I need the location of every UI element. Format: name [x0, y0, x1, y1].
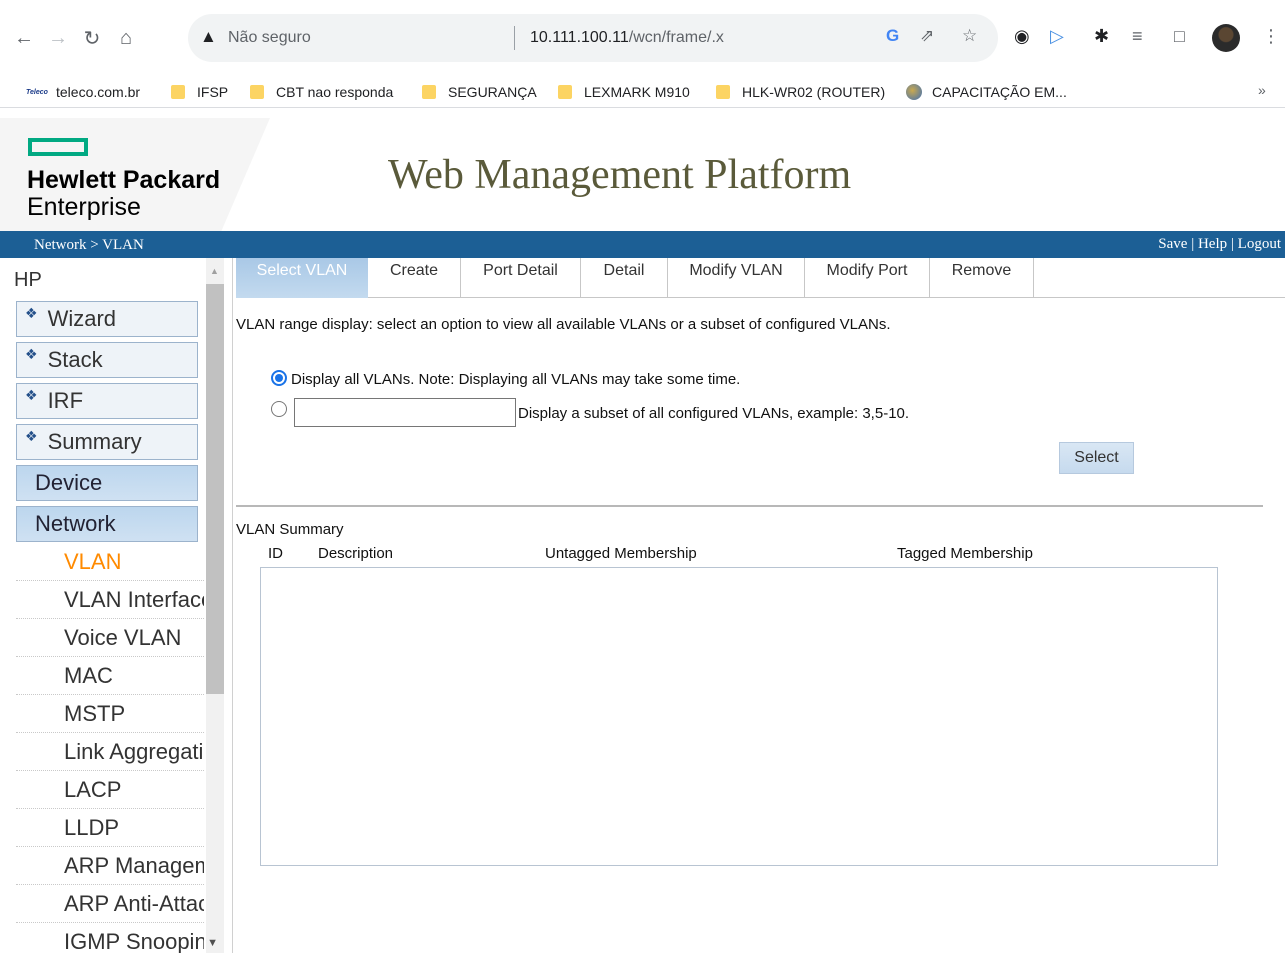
tab-remove[interactable]: Remove	[930, 258, 1034, 298]
google-lens-icon[interactable]: G	[886, 26, 899, 46]
help-link[interactable]: Help	[1198, 236, 1227, 252]
sidebar-item-irf[interactable]: ❖ IRF	[16, 383, 198, 419]
select-button[interactable]: Select	[1059, 442, 1134, 474]
sidebar-item-lldp[interactable]: LLDP	[16, 809, 204, 847]
sidebar-section-device[interactable]: Device	[16, 465, 198, 501]
sidebar-section-network[interactable]: Network	[16, 506, 198, 542]
share-icon[interactable]: ⇗	[920, 26, 934, 46]
sidebar-item-lacp[interactable]: LACP	[16, 771, 204, 809]
breadcrumb: Network > VLAN	[34, 237, 144, 253]
display-subset-radio[interactable]	[271, 401, 287, 417]
tab-modify-vlan[interactable]: Modify VLAN	[668, 258, 805, 298]
folder-icon	[171, 85, 185, 99]
tab-port-detail[interactable]: Port Detail	[461, 258, 581, 298]
diamond-bullet-icon: ❖	[25, 427, 38, 444]
hpe-logo-icon	[28, 138, 88, 156]
bookmark-lexmark[interactable]: LEXMARK M910	[558, 82, 690, 102]
brand-name-line2: Enterprise	[27, 193, 141, 221]
vlan-summary-list[interactable]	[260, 567, 1218, 866]
display-all-radio[interactable]	[271, 370, 287, 386]
reading-list-icon[interactable]: ≡	[1132, 26, 1143, 47]
display-all-label: Display all VLANs. Note: Displaying all …	[291, 371, 741, 388]
sidebar-item-wizard[interactable]: ❖ Wizard	[16, 301, 198, 337]
display-subset-label: Display a subset of all configured VLANs…	[518, 405, 910, 422]
tab-bar: Select VLAN Create Port Detail Detail Mo…	[236, 258, 1285, 298]
sidebar-root[interactable]: HP	[10, 258, 206, 300]
diamond-bullet-icon: ❖	[25, 304, 38, 321]
sidebar-item-arp-management[interactable]: ARP Manageme	[16, 847, 204, 885]
range-description: VLAN range display: select an option to …	[236, 316, 891, 333]
sidebar-divider	[232, 258, 233, 953]
forward-arrow-icon[interactable]: →	[46, 26, 70, 50]
column-header-description: Description	[318, 545, 394, 562]
breadcrumb-bar: Network > VLAN Save | Help | Logout	[0, 231, 1285, 258]
bookmark-seguranca[interactable]: SEGURANÇA	[422, 82, 537, 102]
url-text: 10.111.100.11/wcn/frame/.x	[530, 29, 724, 46]
sidebar: HP ❖ Wizard ❖ Stack ❖ IRF ❖ Summary Devi…	[10, 258, 224, 953]
tab-detail[interactable]: Detail	[581, 258, 668, 298]
tab-modify-port[interactable]: Modify Port	[805, 258, 930, 298]
extensions-puzzle-icon[interactable]: ✱	[1094, 26, 1109, 47]
bookmarks-more-icon[interactable]: »	[1258, 82, 1266, 98]
brand-name-line1: Hewlett Packard	[27, 166, 221, 194]
browser-menu-icon[interactable]: ⋮	[1262, 26, 1280, 47]
sidebar-item-igmp-snooping[interactable]: IGMP Snooping	[16, 923, 204, 953]
diamond-bullet-icon: ❖	[25, 386, 38, 403]
address-separator	[514, 26, 515, 50]
save-link[interactable]: Save	[1158, 236, 1187, 252]
back-arrow-icon[interactable]: ←	[12, 26, 36, 50]
column-header-id: ID	[268, 545, 283, 562]
column-header-untagged: Untagged Membership	[545, 545, 697, 562]
tab-create[interactable]: Create	[368, 258, 461, 298]
globe-icon	[906, 84, 922, 100]
column-header-tagged: Tagged Membership	[897, 545, 1033, 562]
address-bar[interactable]: ▲ Não seguro 10.111.100.11/wcn/frame/.x	[188, 14, 998, 62]
page-title: Web Management Platform	[388, 152, 852, 198]
sidebar-item-summary[interactable]: ❖ Summary	[16, 424, 198, 460]
sidebar-item-link-aggregation[interactable]: Link Aggregatio	[16, 733, 204, 771]
top-links: Save | Help | Logout	[1158, 236, 1281, 252]
folder-icon	[422, 85, 436, 99]
reload-icon[interactable]: ↻	[80, 26, 104, 50]
sidebar-item-vlan[interactable]: VLAN	[16, 543, 204, 581]
scroll-up-arrow-icon[interactable]: ▲	[210, 266, 219, 276]
browser-toolbar: ← → ↻ ⌂ ▲ Não seguro 10.111.100.11/wcn/f…	[0, 0, 1285, 74]
bookmark-hlk[interactable]: HLK-WR02 (ROUTER)	[716, 82, 885, 102]
home-icon[interactable]: ⌂	[114, 26, 138, 50]
bookmark-capacitacao[interactable]: CAPACITAÇÃO EM...	[906, 82, 1067, 102]
logout-link[interactable]: Logout	[1238, 236, 1281, 252]
sidebar-item-arp-anti-attack[interactable]: ARP Anti-Attack	[16, 885, 204, 923]
bookmark-star-icon[interactable]: ☆	[962, 26, 977, 46]
scroll-down-arrow-icon[interactable]: ▼	[207, 937, 218, 949]
scrollbar-thumb[interactable]	[206, 284, 224, 694]
vlan-subset-input[interactable]	[294, 398, 516, 427]
sidebar-scrollbar[interactable]: ▲	[206, 258, 224, 953]
bookmark-ifsp[interactable]: IFSP	[171, 82, 228, 102]
tab-select-vlan[interactable]: Select VLAN	[236, 258, 368, 298]
extension-icon[interactable]: ◉	[1014, 26, 1030, 47]
side-panel-icon[interactable]: □	[1174, 26, 1185, 47]
sidebar-item-mac[interactable]: MAC	[16, 657, 204, 695]
teleco-icon: Teleco	[26, 88, 48, 96]
bookmark-teleco[interactable]: Teleco teleco.com.br	[26, 82, 140, 102]
warning-triangle-icon: ▲	[200, 27, 217, 46]
section-divider	[236, 505, 1263, 507]
diamond-bullet-icon: ❖	[25, 345, 38, 362]
sidebar-item-mstp[interactable]: MSTP	[16, 695, 204, 733]
vlan-summary-title: VLAN Summary	[236, 521, 344, 538]
folder-icon	[250, 85, 264, 99]
folder-icon	[716, 85, 730, 99]
profile-avatar[interactable]	[1212, 24, 1240, 52]
sidebar-item-voice-vlan[interactable]: Voice VLAN	[16, 619, 204, 657]
sidebar-item-stack[interactable]: ❖ Stack	[16, 342, 198, 378]
folder-icon	[558, 85, 572, 99]
extension-document-icon[interactable]: ▷	[1050, 26, 1064, 47]
security-label: Não seguro	[228, 29, 311, 46]
bookmark-cbt[interactable]: CBT nao responda	[250, 82, 393, 102]
sidebar-item-vlan-interface[interactable]: VLAN Interface	[16, 581, 204, 619]
app-header: Hewlett Packard Enterprise Web Managemen…	[0, 118, 1285, 231]
bookmarks-bar: Teleco teleco.com.br IFSP CBT nao respon…	[0, 74, 1285, 108]
